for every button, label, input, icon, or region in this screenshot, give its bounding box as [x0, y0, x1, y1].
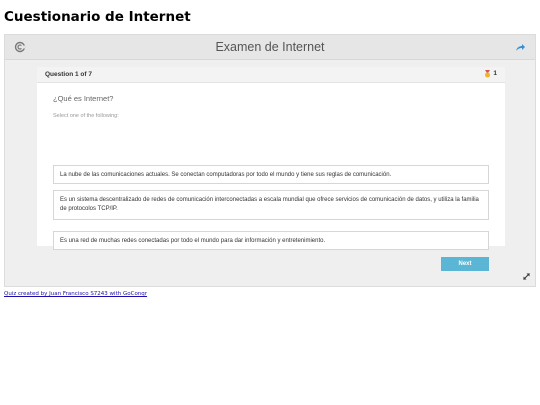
question-counter: Question 1 of 7: [45, 71, 92, 78]
points-value: 1: [493, 70, 497, 77]
question-instruction: Select one of the following:: [53, 113, 119, 119]
question-header: Question 1 of 7 1: [37, 67, 505, 83]
question-card: Question 1 of 7 1 ¿Qué es Internet? Sele…: [37, 67, 505, 271]
creator-link[interactable]: Quiz created by Juan Francisco S7243 wit…: [4, 290, 147, 298]
answer-option[interactable]: Es una red de muchas redes conectadas po…: [53, 231, 489, 250]
answer-option[interactable]: Es un sistema descentralizado de redes d…: [53, 190, 489, 220]
share-arrow-icon[interactable]: [515, 42, 526, 53]
widget-header: Examen de Internet: [5, 35, 535, 60]
medal-icon: [485, 70, 491, 78]
answer-option[interactable]: La nube de las comunicaciones actuales. …: [53, 165, 489, 184]
quiz-title: Examen de Internet: [215, 40, 325, 54]
expand-arrows-icon[interactable]: [523, 273, 530, 280]
quiz-widget: Examen de Internet Question 1 of 7 1 ¿Qu…: [4, 34, 536, 287]
points-badge: 1: [484, 69, 497, 79]
page-title: Cuestionario de Internet: [4, 9, 191, 25]
question-text: ¿Qué es Internet?: [53, 94, 114, 103]
next-button[interactable]: Next: [441, 257, 489, 271]
